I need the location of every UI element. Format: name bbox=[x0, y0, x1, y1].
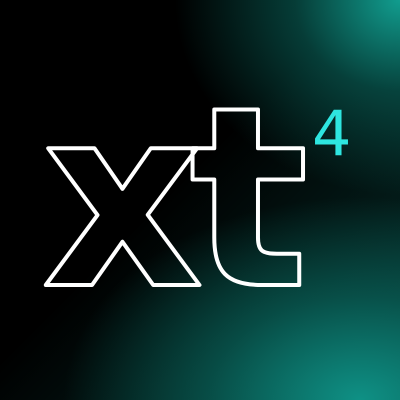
logo-wordmark: xt bbox=[42, 53, 303, 344]
logo-tile: xt 4 bbox=[0, 0, 400, 400]
logo-superscript: 4 bbox=[312, 97, 351, 170]
xt4-logo: xt 4 bbox=[40, 51, 351, 346]
